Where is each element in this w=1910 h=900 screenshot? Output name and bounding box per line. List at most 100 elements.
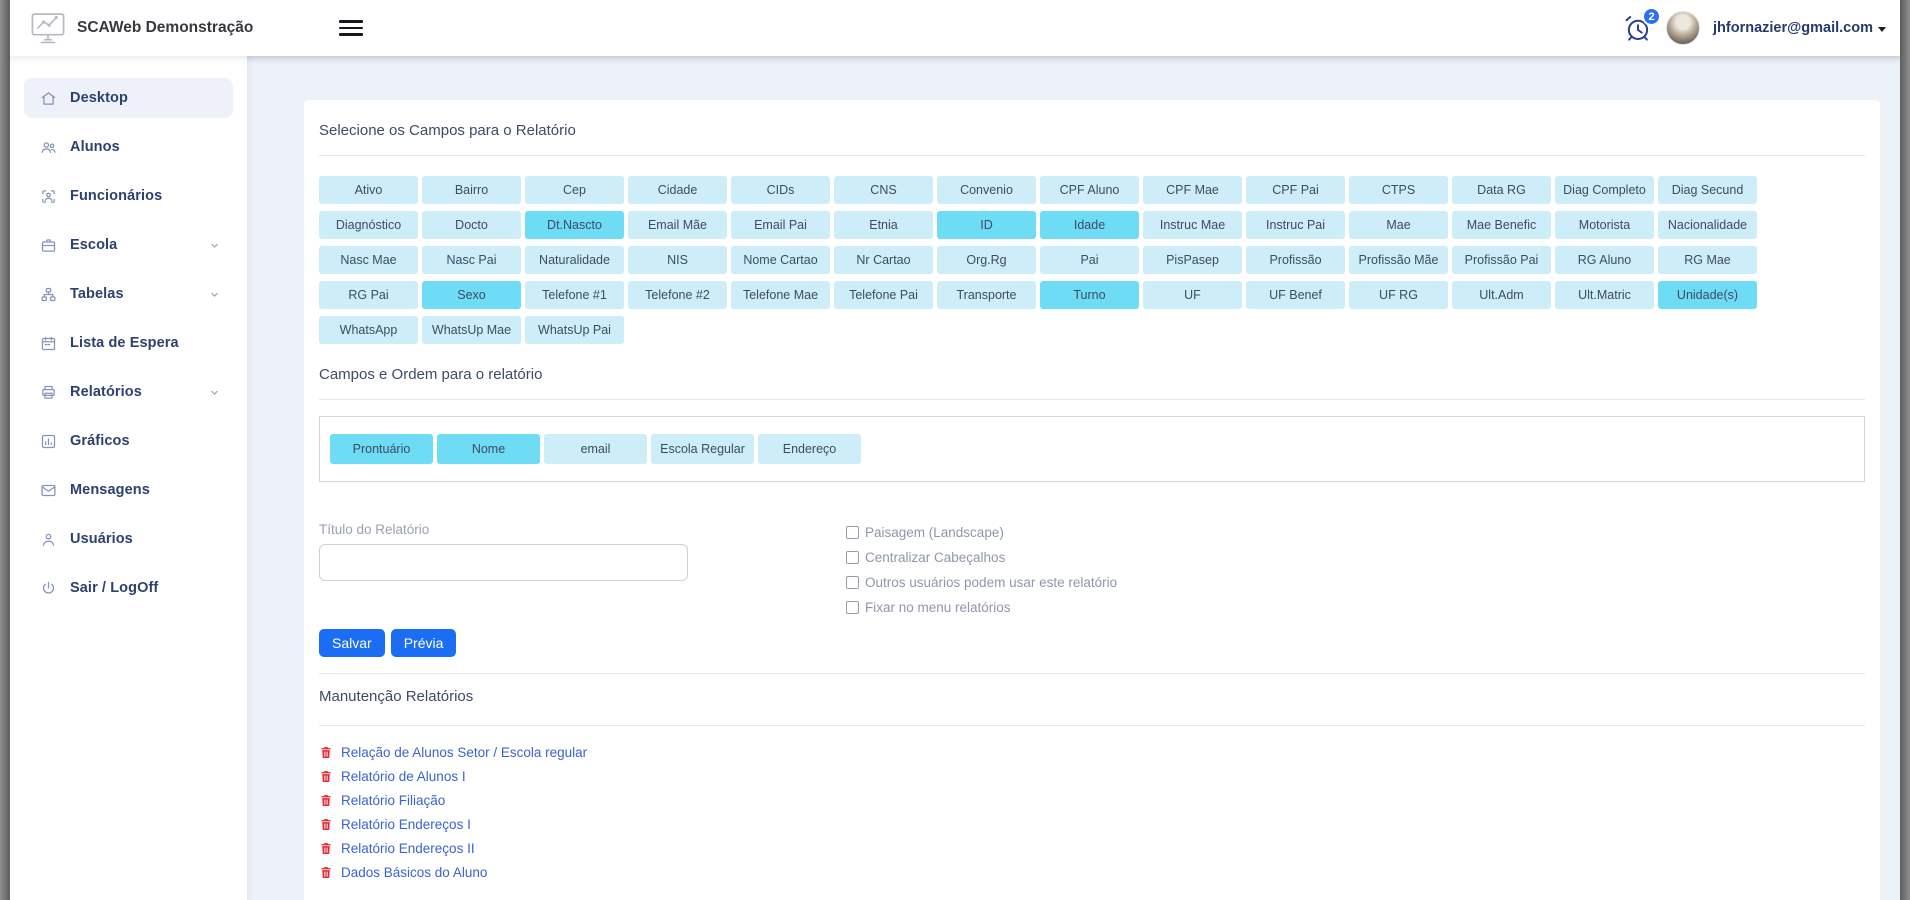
report-link[interactable]: Relatório Endereços II — [341, 841, 475, 856]
field-chip-cids[interactable]: CIDs — [731, 176, 830, 204]
left-scrollbar[interactable] — [0, 0, 10, 900]
field-chip-diagnostico[interactable]: Diagnóstico — [319, 211, 418, 239]
field-chip-idade[interactable]: Idade — [1040, 211, 1139, 239]
field-chip-nasc-mae[interactable]: Nasc Mae — [319, 246, 418, 274]
field-chip-ctps[interactable]: CTPS — [1349, 176, 1448, 204]
sidebar-item-funcionarios[interactable]: Funcionários — [24, 176, 233, 216]
field-chip-uf-rg[interactable]: UF RG — [1349, 281, 1448, 309]
checkbox[interactable] — [846, 551, 859, 564]
field-chip-cpf-pai[interactable]: CPF Pai — [1246, 176, 1345, 204]
field-chip-instruc-pai[interactable]: Instruc Pai — [1246, 211, 1345, 239]
trash-icon[interactable] — [319, 817, 333, 832]
field-chip-whatsup-pai[interactable]: WhatsUp Pai — [525, 316, 624, 344]
order-chip-endereco[interactable]: Endereço — [758, 434, 861, 464]
sidebar-item-sair-logoff[interactable]: Sair / LogOff — [24, 568, 233, 608]
field-chip-transporte[interactable]: Transporte — [937, 281, 1036, 309]
report-title-input[interactable] — [319, 544, 688, 581]
report-link[interactable]: Dados Básicos do Aluno — [341, 865, 487, 880]
field-chip-nacionalidade[interactable]: Nacionalidade — [1658, 211, 1757, 239]
trash-icon[interactable] — [319, 745, 333, 760]
order-chip-prontuario[interactable]: Prontuário — [330, 434, 433, 464]
trash-icon[interactable] — [319, 769, 333, 784]
field-chip-nome-cartao[interactable]: Nome Cartao — [731, 246, 830, 274]
field-chip-mae-benefic[interactable]: Mae Benefic — [1452, 211, 1551, 239]
sidebar-item-alunos[interactable]: Alunos — [24, 127, 233, 167]
field-chip-naturalidade[interactable]: Naturalidade — [525, 246, 624, 274]
field-chip-diag-completo[interactable]: Diag Completo — [1555, 176, 1654, 204]
sidebar-item-escola[interactable]: Escola — [24, 225, 233, 265]
checkbox[interactable] — [846, 576, 859, 589]
field-chip-profissao[interactable]: Profissão — [1246, 246, 1345, 274]
field-chip-ult-adm[interactable]: Ult.Adm — [1452, 281, 1551, 309]
field-chip-org-rg[interactable]: Org.Rg — [937, 246, 1036, 274]
report-link[interactable]: Relatório de Alunos I — [341, 769, 466, 784]
field-chip-pispasep[interactable]: PisPasep — [1143, 246, 1242, 274]
field-chip-cpf-mae[interactable]: CPF Mae — [1143, 176, 1242, 204]
field-chip-rg-pai[interactable]: RG Pai — [319, 281, 418, 309]
option-outros-usuarios-podem-usar-este-relatorio[interactable]: Outros usuários podem usar este relatóri… — [846, 575, 1117, 590]
sidebar-item-tabelas[interactable]: Tabelas — [24, 274, 233, 314]
field-chip-data-rg[interactable]: Data RG — [1452, 176, 1551, 204]
trash-icon[interactable] — [319, 793, 333, 808]
field-chip-email-mae[interactable]: Email Mãe — [628, 211, 727, 239]
field-chip-mae[interactable]: Mae — [1349, 211, 1448, 239]
order-chip-nome[interactable]: Nome — [437, 434, 540, 464]
field-chip-telefone-2[interactable]: Telefone #2 — [628, 281, 727, 309]
checkbox[interactable] — [846, 526, 859, 539]
field-chip-ult-matric[interactable]: Ult.Matric — [1555, 281, 1654, 309]
field-chip-diag-secund[interactable]: Diag Secund — [1658, 176, 1757, 204]
order-chip-email[interactable]: email — [544, 434, 647, 464]
field-chip-instruc-mae[interactable]: Instruc Mae — [1143, 211, 1242, 239]
field-chip-nasc-pai[interactable]: Nasc Pai — [422, 246, 521, 274]
sidebar-item-lista-de-espera[interactable]: Lista de Espera — [24, 323, 233, 363]
field-chip-convenio[interactable]: Convenio — [937, 176, 1036, 204]
option-fixar-no-menu-relatorios[interactable]: Fixar no menu relatórios — [846, 600, 1117, 615]
field-chip-motorista[interactable]: Motorista — [1555, 211, 1654, 239]
field-chip-docto[interactable]: Docto — [422, 211, 521, 239]
field-chip-telefone-mae[interactable]: Telefone Mae — [731, 281, 830, 309]
field-chip-cidade[interactable]: Cidade — [628, 176, 727, 204]
field-chip-email-pai[interactable]: Email Pai — [731, 211, 830, 239]
sidebar-item-graficos[interactable]: Gráficos — [24, 421, 233, 461]
right-scrollbar[interactable] — [1900, 0, 1910, 900]
hamburger-menu-icon[interactable] — [335, 16, 367, 40]
field-chip-etnia[interactable]: Etnia — [834, 211, 933, 239]
user-menu[interactable]: jhfornazier@gmail.com — [1713, 20, 1886, 36]
field-chip-id[interactable]: ID — [937, 211, 1036, 239]
report-link[interactable]: Relatório Endereços I — [341, 817, 471, 832]
field-chip-telefone-1[interactable]: Telefone #1 — [525, 281, 624, 309]
field-chip-uf[interactable]: UF — [1143, 281, 1242, 309]
report-link[interactable]: Relação de Alunos Setor / Escola regular — [341, 745, 587, 760]
field-chip-nis[interactable]: NIS — [628, 246, 727, 274]
sidebar-item-usuarios[interactable]: Usuários — [24, 519, 233, 559]
field-chip-cep[interactable]: Cep — [525, 176, 624, 204]
field-chip-whatsapp[interactable]: WhatsApp — [319, 316, 418, 344]
field-chip-profissao-pai[interactable]: Profissão Pai — [1452, 246, 1551, 274]
field-chip-pai[interactable]: Pai — [1040, 246, 1139, 274]
field-chip-ativo[interactable]: Ativo — [319, 176, 418, 204]
user-avatar[interactable] — [1666, 11, 1700, 45]
field-chip-profissao-mae[interactable]: Profissão Mãe — [1349, 246, 1448, 274]
field-chip-dt-nascto[interactable]: Dt.Nascto — [525, 211, 624, 239]
report-link[interactable]: Relatório Filiação — [341, 793, 445, 808]
field-chip-sexo[interactable]: Sexo — [422, 281, 521, 309]
sidebar-item-desktop[interactable]: Desktop — [24, 78, 233, 118]
sidebar-item-mensagens[interactable]: Mensagens — [24, 470, 233, 510]
order-chip-escola-regular[interactable]: Escola Regular — [651, 434, 754, 464]
field-chip-unidade-s[interactable]: Unidade(s) — [1658, 281, 1757, 309]
field-chip-rg-aluno[interactable]: RG Aluno — [1555, 246, 1654, 274]
field-chip-turno[interactable]: Turno — [1040, 281, 1139, 309]
field-chip-uf-benef[interactable]: UF Benef — [1246, 281, 1345, 309]
preview-button[interactable]: Prévia — [391, 629, 457, 657]
option-centralizar-cabecalhos[interactable]: Centralizar Cabeçalhos — [846, 550, 1117, 565]
option-paisagem-landscape[interactable]: Paisagem (Landscape) — [846, 525, 1117, 540]
alarm-notifications-icon[interactable]: 2 — [1623, 13, 1653, 43]
field-chip-cpf-aluno[interactable]: CPF Aluno — [1040, 176, 1139, 204]
field-chip-whatsup-mae[interactable]: WhatsUp Mae — [422, 316, 521, 344]
field-chip-nr-cartao[interactable]: Nr Cartao — [834, 246, 933, 274]
sidebar-item-relatorios[interactable]: Relatórios — [24, 372, 233, 412]
field-chip-telefone-pai[interactable]: Telefone Pai — [834, 281, 933, 309]
checkbox[interactable] — [846, 601, 859, 614]
field-chip-rg-mae[interactable]: RG Mae — [1658, 246, 1757, 274]
field-chip-cns[interactable]: CNS — [834, 176, 933, 204]
